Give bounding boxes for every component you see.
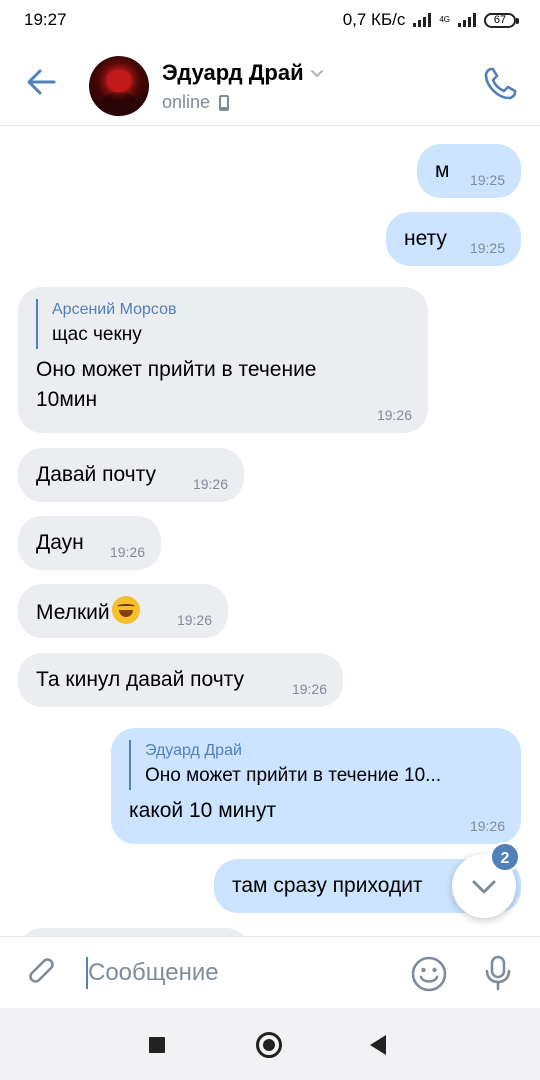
- chevron-down-icon: [310, 70, 323, 77]
- message-bubble[interactable]: Та кинул давай почту 19:26: [18, 653, 343, 707]
- message-bubble[interactable]: Арсений Морсов щас чекну Оно может прийт…: [18, 287, 428, 433]
- reply-text: щас чекну: [52, 324, 142, 345]
- unread-badge: 2: [490, 842, 520, 872]
- reply-quote[interactable]: Эдуард Драй Оно может прийти в течение 1…: [129, 740, 503, 790]
- message-text: там сразу приходит: [232, 874, 423, 897]
- phone-icon[interactable]: [480, 64, 520, 104]
- message-text: Давай почту: [36, 463, 156, 486]
- status-indicators: 0,7 КБ/с 4G 67: [342, 10, 519, 30]
- message-text: Та кинул давай почту: [36, 668, 245, 691]
- message-bubble[interactable]: Мелкий 19:26: [18, 584, 228, 638]
- message-time: 19:25: [469, 172, 505, 188]
- message-bubble[interactable]: Даун 19:26: [18, 516, 161, 570]
- signal-icon-2: [458, 13, 476, 27]
- message-text: 10мин: [36, 388, 98, 411]
- status-bar: 19:27 0,7 КБ/с 4G 67: [0, 0, 540, 40]
- message-text: м: [435, 159, 450, 182]
- avatar-figure: [99, 92, 139, 116]
- message-text: какой 10 минут: [129, 799, 277, 822]
- message-time: 19:26: [176, 612, 212, 628]
- message-text: нету: [404, 227, 447, 250]
- avatar-mask: [107, 70, 131, 92]
- message-bubble[interactable]: нету 19:25: [386, 212, 521, 266]
- message-time: 19:26: [109, 544, 145, 560]
- message-input[interactable]: [88, 955, 388, 991]
- message-time: 19:25: [469, 240, 505, 256]
- rolling-laughing-emoji-icon: [111, 596, 140, 624]
- online-status: online: [162, 92, 211, 112]
- message-time: 19:26: [376, 407, 412, 423]
- mobile-icon: [219, 94, 230, 111]
- avatar[interactable]: [89, 56, 149, 116]
- reply-quote[interactable]: Арсений Морсов щас чекну: [36, 299, 410, 349]
- message-text: Мелкий: [36, 601, 110, 624]
- message-time: 19:26: [469, 818, 505, 834]
- paperclip-icon[interactable]: [24, 955, 60, 991]
- network-speed: 0,7 КБ/с: [342, 10, 406, 29]
- battery-icon: 67: [484, 12, 519, 28]
- back-arrow-icon[interactable]: [22, 62, 62, 102]
- reply-text: Оно может прийти в течение 10...: [145, 765, 442, 786]
- back-triangle-icon[interactable]: [370, 1035, 386, 1055]
- signal-icon: [413, 13, 432, 27]
- contact-name: Эдуард Драй: [162, 60, 304, 85]
- message-text: Даун: [36, 531, 84, 554]
- reply-author: Эдуард Драй: [145, 742, 242, 759]
- recent-apps-icon[interactable]: [149, 1037, 165, 1053]
- home-icon[interactable]: [256, 1032, 282, 1058]
- message-bubble[interactable]: Эдуард Драй Оно может прийти в течение 1…: [111, 728, 521, 844]
- message-time: 19:26: [192, 476, 228, 492]
- message-time: 19:26: [291, 681, 327, 697]
- system-nav-bar: [0, 1008, 540, 1080]
- message-bubble[interactable]: м 19:25: [417, 144, 521, 198]
- message-composer: [0, 936, 540, 1008]
- contact-status: online: [162, 92, 230, 113]
- microphone-icon[interactable]: [480, 953, 516, 993]
- smile-icon[interactable]: [410, 955, 448, 993]
- contact-name-row[interactable]: Эдуард Драй: [162, 60, 324, 86]
- chat-header: Эдуард Драй online: [0, 40, 540, 126]
- network-type: 4G: [439, 15, 450, 24]
- message-text: Оно может прийти в течение: [36, 358, 317, 381]
- message-bubble[interactable]: Давай почту 19:26: [18, 448, 244, 502]
- reply-author: Арсений Морсов: [52, 301, 177, 318]
- status-time: 19:27: [24, 10, 67, 29]
